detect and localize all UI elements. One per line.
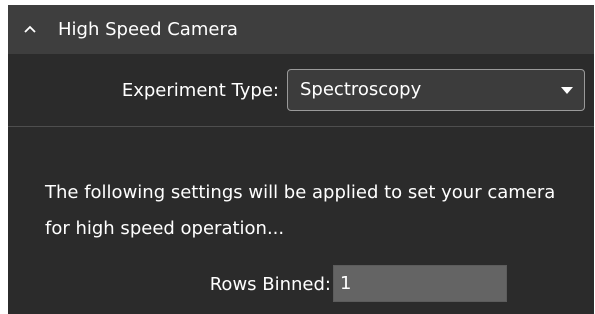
- rows-binned-input[interactable]: [333, 265, 507, 302]
- experiment-type-dropdown[interactable]: Spectroscopy: [287, 69, 585, 111]
- rows-binned-label: Rows Binned:: [209, 274, 331, 295]
- section-header[interactable]: High Speed Camera: [8, 5, 594, 54]
- caret-down-icon: [561, 87, 573, 94]
- experiment-type-value: Spectroscopy: [300, 79, 422, 100]
- section-title: High Speed Camera: [58, 19, 238, 40]
- experiment-type-label: Experiment Type:: [121, 80, 279, 101]
- high-speed-camera-panel: High Speed Camera Experiment Type: Spect…: [8, 5, 594, 314]
- divider: [8, 126, 594, 127]
- info-text: The following settings will be applied t…: [45, 182, 556, 239]
- chevron-up-icon[interactable]: [22, 21, 38, 37]
